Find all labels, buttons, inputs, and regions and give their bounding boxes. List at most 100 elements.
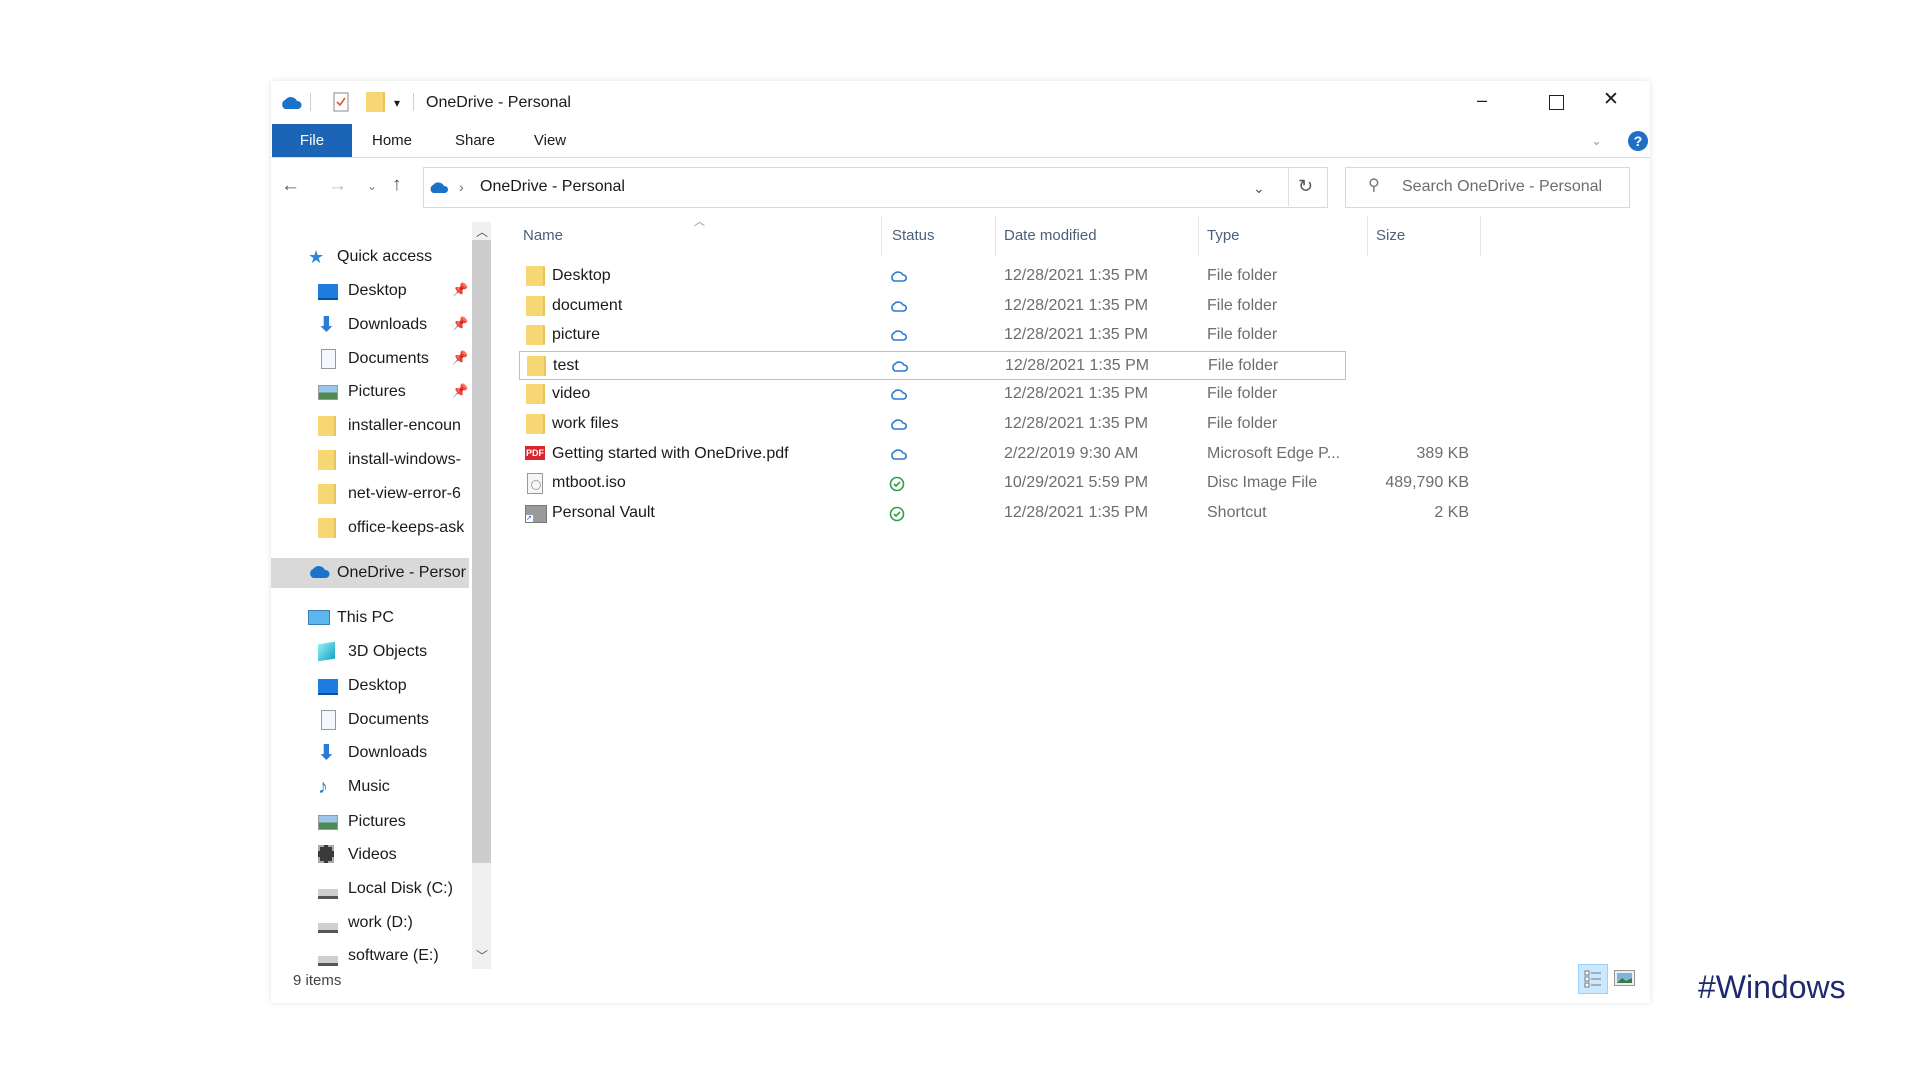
sidebar-item[interactable]: ♪ Music [300,772,469,802]
sidebar-item[interactable]: Documents [300,705,469,735]
folder-icon [318,416,338,436]
forward-arrow-icon[interactable]: → [328,176,347,196]
sidebar-item-label: Videos [348,846,397,863]
sidebar-item[interactable]: office-keeps-ask [300,513,469,543]
sidebar-item-label: software (E:) [348,947,439,964]
tab-home[interactable]: Home [362,124,422,157]
search-icon: ⚲ [1368,177,1380,194]
sidebar-item-label: Downloads [348,316,428,333]
file-row[interactable]: test 12/28/2021 1:35 PM File folder [519,350,1346,380]
pin-icon[interactable]: 📌 [452,350,468,366]
ribbon-divider [271,157,1650,158]
large-icons-view-button[interactable] [1614,970,1635,987]
scroll-down-arrow-icon[interactable]: ﹀ [476,946,488,966]
pin-icon[interactable]: 📌 [452,282,468,298]
sidebar-item-label: net-view-error-6 [348,485,461,502]
quick-access-toolbar-dropdown[interactable]: ▾ [394,93,400,113]
sidebar-item-label: This PC [337,609,394,626]
sidebar-item[interactable]: Documents 📌 [300,344,469,374]
sidebar-item[interactable]: ⬇ Downloads [300,738,469,768]
sidebar-item-label: Documents [348,711,429,728]
column-divider[interactable] [1198,216,1199,256]
file-size: 489,790 KB [1385,474,1469,492]
sidebar-item-label: installer-encoun [348,417,461,434]
desktop-icon [318,281,338,301]
tab-share[interactable]: Share [445,124,505,157]
sidebar-item[interactable]: work (D:) [300,908,469,938]
column-header-name[interactable]: Name [523,226,563,246]
file-name: picture [552,326,601,344]
details-view-button[interactable] [1578,964,1608,994]
window-title: OneDrive - Personal [426,94,571,111]
file-name: document [552,296,623,314]
file-row[interactable]: work files 12/28/2021 1:35 PM File folder [519,410,1346,439]
back-arrow-icon[interactable]: ← [281,176,300,196]
file-date-modified: 12/28/2021 1:35 PM [1004,267,1149,284]
column-divider[interactable] [1367,216,1368,256]
recent-locations-chevron-icon[interactable]: ⌄ [367,176,377,196]
pin-icon[interactable]: 📌 [452,383,468,399]
file-row[interactable]: document 12/28/2021 1:35 PM File folder [519,292,1346,321]
column-header-size[interactable]: Size [1376,226,1405,246]
help-icon[interactable]: ? [1628,131,1648,151]
sidebar-item[interactable]: Desktop [300,671,469,701]
sidebar-item[interactable]: OneDrive - Persor [271,558,469,588]
sidebar-item[interactable]: Pictures [300,807,469,837]
file-row[interactable]: ↗ Personal Vault 12/28/2021 1:35 PM Shortcu… [519,499,1469,528]
file-date-modified: 12/28/2021 1:35 PM [1004,415,1149,432]
column-divider[interactable] [881,216,882,256]
file-row[interactable]: mtboot.iso 10/29/2021 5:59 PM Disc Image F… [519,469,1469,498]
file-row[interactable]: video 12/28/2021 1:35 PM File folder [519,380,1346,409]
maximize-button[interactable] [1549,95,1564,110]
sidebar-item[interactable]: Videos [300,840,469,870]
address-dropdown-chevron-icon[interactable]: ⌄ [1253,178,1265,198]
expand-ribbon-chevron-icon[interactable]: ⌄ [1591,131,1602,151]
sidebar-item[interactable]: Local Disk (C:) [300,874,469,904]
sidebar-item-label: Desktop [348,282,407,299]
sidebar-item[interactable]: 3D Objects [300,637,469,667]
file-row[interactable]: picture 12/28/2021 1:35 PM File folder [519,321,1346,350]
item-count: 9 items [293,972,342,989]
up-arrow-icon[interactable]: ↑ [392,175,402,195]
sidebar-item[interactable]: This PC [300,603,469,633]
divider [310,93,311,111]
pc-icon [308,608,330,628]
new-folder-icon[interactable] [366,92,385,112]
tab-view[interactable]: View [525,124,575,157]
refresh-icon[interactable]: ↻ [1298,176,1313,196]
pin-icon[interactable]: 📌 [452,316,468,332]
sidebar-item[interactable]: install-windows- [300,445,469,475]
column-divider[interactable] [1480,216,1481,256]
file-row[interactable]: Desktop 12/28/2021 1:35 PM File folder [519,262,1346,291]
breadcrumb-chevron-icon[interactable]: › [459,177,464,197]
file-type: File folder [1207,296,1278,314]
close-button[interactable]: ✕ [1603,90,1619,110]
scroll-up-arrow-icon[interactable]: ︿ [476,222,488,242]
sidebar-item[interactable]: net-view-error-6 [300,479,469,509]
sidebar-item[interactable]: software (E:) [300,941,469,971]
sidebar-item[interactable]: Pictures 📌 [300,377,469,407]
sidebar-item[interactable]: Desktop 📌 [300,276,469,306]
cloud-status-icon [889,269,908,289]
sidebar-scrollbar-thumb[interactable] [472,240,491,863]
sidebar-item[interactable]: ★ Quick access [300,242,469,272]
pictures-icon [318,382,338,402]
file-date-modified: 10/29/2021 5:59 PM [1004,474,1149,492]
file-name: work files [552,415,619,432]
file-row[interactable]: PDF Getting started with OneDrive.pdf 2/22… [519,440,1469,469]
sidebar-item[interactable]: ⬇ Downloads 📌 [300,310,469,340]
cloud-status-icon [889,447,908,467]
column-header-date-modified[interactable]: Date modified [1004,226,1097,246]
column-header-type[interactable]: Type [1207,226,1240,246]
breadcrumb-onedrive[interactable]: OneDrive - Personal [480,177,625,197]
sidebar-item[interactable]: installer-encoun [300,411,469,441]
tab-file[interactable]: File [272,124,352,157]
column-divider[interactable] [995,216,996,256]
cloud-status-icon [890,359,909,379]
properties-icon[interactable] [333,92,349,112]
column-header-status[interactable]: Status [892,226,935,246]
file-name: Getting started with OneDrive.pdf [552,444,789,462]
onedrive-icon [430,182,449,193]
file-name: test [553,356,579,374]
minimize-button[interactable]: – [1477,90,1487,110]
